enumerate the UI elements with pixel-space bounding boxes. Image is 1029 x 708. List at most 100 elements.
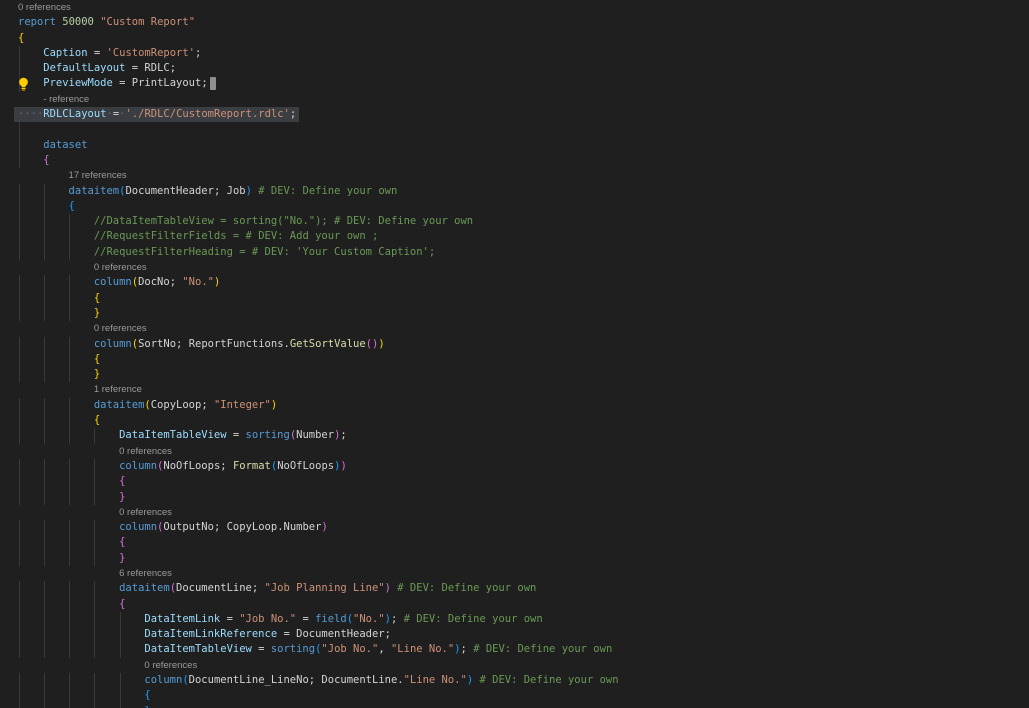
codelens-references-label[interactable]: 0 references: [0, 260, 147, 276]
code-token: {: [43, 154, 49, 166]
code-line[interactable]: }: [0, 306, 1029, 321]
codelens-line[interactable]: 17 references: [0, 168, 1029, 183]
code-token: =: [252, 643, 271, 655]
code-line[interactable]: }: [0, 490, 1029, 505]
code-line[interactable]: dataitem(DocumentHeader; Job) # DEV: Def…: [0, 184, 1029, 199]
code-token: "Job Planning Line": [265, 582, 385, 594]
code-line[interactable]: PreviewMode = PrintLayout;: [0, 76, 1029, 91]
code-line[interactable]: {: [0, 291, 1029, 306]
code-line[interactable]: dataset: [0, 138, 1029, 153]
codelens-references-label[interactable]: 6 references: [0, 566, 172, 582]
codelens-references-label[interactable]: 0 references: [0, 321, 147, 337]
code-line[interactable]: column(SortNo; ReportFunctions.GetSortVa…: [0, 337, 1029, 352]
code-line[interactable]: report 50000 "Custom Report": [0, 15, 1029, 30]
code-line-text: //DataItemTableView = sorting("No."); # …: [0, 214, 473, 229]
code-token: DocumentLine_LineNo: [189, 674, 309, 686]
code-line[interactable]: }: [0, 551, 1029, 566]
code-line[interactable]: }: [0, 367, 1029, 382]
code-line[interactable]: {: [0, 474, 1029, 489]
code-line[interactable]: column(NoOfLoops; Format(NoOfLoops)): [0, 459, 1029, 474]
code-line[interactable]: column(OutputNo; CopyLoop.Number): [0, 520, 1029, 535]
code-line[interactable]: {: [0, 352, 1029, 367]
code-token: ): [340, 460, 346, 472]
code-line-text: {: [0, 153, 50, 168]
code-token: ReportFunctions: [189, 338, 284, 350]
code-line[interactable]: {: [0, 199, 1029, 214]
code-token: ): [378, 338, 384, 350]
code-line[interactable]: }: [0, 704, 1029, 708]
empty-line[interactable]: [0, 122, 1029, 137]
code-line[interactable]: {: [0, 31, 1029, 46]
codelens-references-label[interactable]: 0 references: [0, 444, 172, 460]
code-line[interactable]: DefaultLayout = RDLC;: [0, 61, 1029, 76]
code-editor[interactable]: 0 referencesreport 50000 "Custom Report"…: [0, 0, 1029, 708]
code-token: //DataItemTableView = sorting("No."); # …: [94, 215, 473, 227]
code-token: {: [144, 689, 150, 701]
code-token: # DEV: Define your own: [391, 582, 536, 594]
code-line[interactable]: dataitem(CopyLoop; "Integer"): [0, 398, 1029, 413]
code-line[interactable]: {: [0, 597, 1029, 612]
codelens-references-label[interactable]: 0 references: [0, 0, 71, 16]
code-line[interactable]: {: [0, 535, 1029, 550]
code-token: column: [119, 521, 157, 533]
code-token: =: [125, 62, 144, 74]
code-token: CopyLoop: [151, 399, 202, 411]
codelens-line[interactable]: 0 references: [0, 321, 1029, 336]
codelens-line[interactable]: 0 references: [0, 444, 1029, 459]
code-token: }: [94, 368, 100, 380]
code-line[interactable]: //RequestFilterHeading = # DEV: 'Your Cu…: [0, 245, 1029, 260]
code-line[interactable]: {: [0, 153, 1029, 168]
code-token: "Job No.": [321, 643, 378, 655]
code-line-text: //RequestFilterFields = # DEV: Add your …: [0, 229, 378, 244]
code-line[interactable]: dataitem(DocumentLine; "Job Planning Lin…: [0, 581, 1029, 596]
codelens-line[interactable]: 1 reference: [0, 382, 1029, 397]
codelens-references-label[interactable]: 1 reference: [0, 382, 142, 398]
codelens-line[interactable]: - reference: [0, 92, 1029, 107]
codelens-line[interactable]: 0 references: [0, 260, 1029, 275]
code-token: # DEV: Define your own: [404, 613, 543, 625]
code-line[interactable]: Caption = 'CustomReport';: [0, 46, 1029, 61]
code-line[interactable]: //RequestFilterFields = # DEV: Add your …: [0, 229, 1029, 244]
code-line[interactable]: column(DocumentLine_LineNo; DocumentLine…: [0, 673, 1029, 688]
code-line[interactable]: //DataItemTableView = sorting("No."); # …: [0, 214, 1029, 229]
codelens-line[interactable]: 0 references: [0, 505, 1029, 520]
codelens-line[interactable]: 0 references: [0, 0, 1029, 15]
code-token: {: [94, 292, 100, 304]
code-line[interactable]: DataItemTableView = sorting(Number);: [0, 428, 1029, 443]
code-token: ;: [309, 674, 322, 686]
code-line[interactable]: ····RDLCLayout·=·'./RDLC/CustomReport.rd…: [0, 107, 1029, 122]
code-token: Job: [227, 185, 246, 197]
code-line-text: DataItemTableView = sorting(Number);: [0, 428, 347, 443]
code-token: DataItemTableView: [144, 643, 251, 655]
code-line-text: Caption = 'CustomReport';: [0, 46, 201, 61]
code-token: {: [119, 598, 125, 610]
codelens-references-label[interactable]: 17 references: [0, 168, 127, 184]
code-line[interactable]: DataItemTableView = sorting("Job No.", "…: [0, 642, 1029, 657]
code-token: ;: [201, 399, 214, 411]
code-line[interactable]: {: [0, 413, 1029, 428]
code-line[interactable]: DataItemLinkReference = DocumentHeader;: [0, 627, 1029, 642]
code-line-text: dataitem(DocumentLine; "Job Planning Lin…: [0, 581, 536, 596]
code-token: DocumentHeader: [296, 628, 385, 640]
codelens-line[interactable]: 6 references: [0, 566, 1029, 581]
code-token: =: [227, 429, 246, 441]
code-line-text: report 50000 "Custom Report": [0, 15, 195, 30]
code-token: Number: [284, 521, 322, 533]
code-line[interactable]: DataItemLink = "Job No." = field("No.");…: [0, 612, 1029, 627]
code-token: =: [88, 47, 107, 59]
code-token: }: [119, 491, 125, 503]
code-token: "Job No.": [239, 613, 296, 625]
lightbulb-icon[interactable]: [17, 77, 30, 91]
code-token: {: [119, 475, 125, 487]
code-token: # DEV: Define your own: [473, 643, 612, 655]
code-token: ;: [220, 460, 233, 472]
code-line[interactable]: column(DocNo; "No."): [0, 275, 1029, 290]
codelens-references-label[interactable]: - reference: [0, 92, 89, 108]
code-line[interactable]: {: [0, 688, 1029, 703]
codelens-references-label[interactable]: 0 references: [0, 658, 197, 674]
code-token: column: [94, 276, 132, 288]
code-token: "Custom Report": [100, 16, 195, 28]
codelens-line[interactable]: 0 references: [0, 658, 1029, 673]
code-line-text: DefaultLayout = RDLC;: [0, 61, 176, 76]
codelens-references-label[interactable]: 0 references: [0, 505, 172, 521]
